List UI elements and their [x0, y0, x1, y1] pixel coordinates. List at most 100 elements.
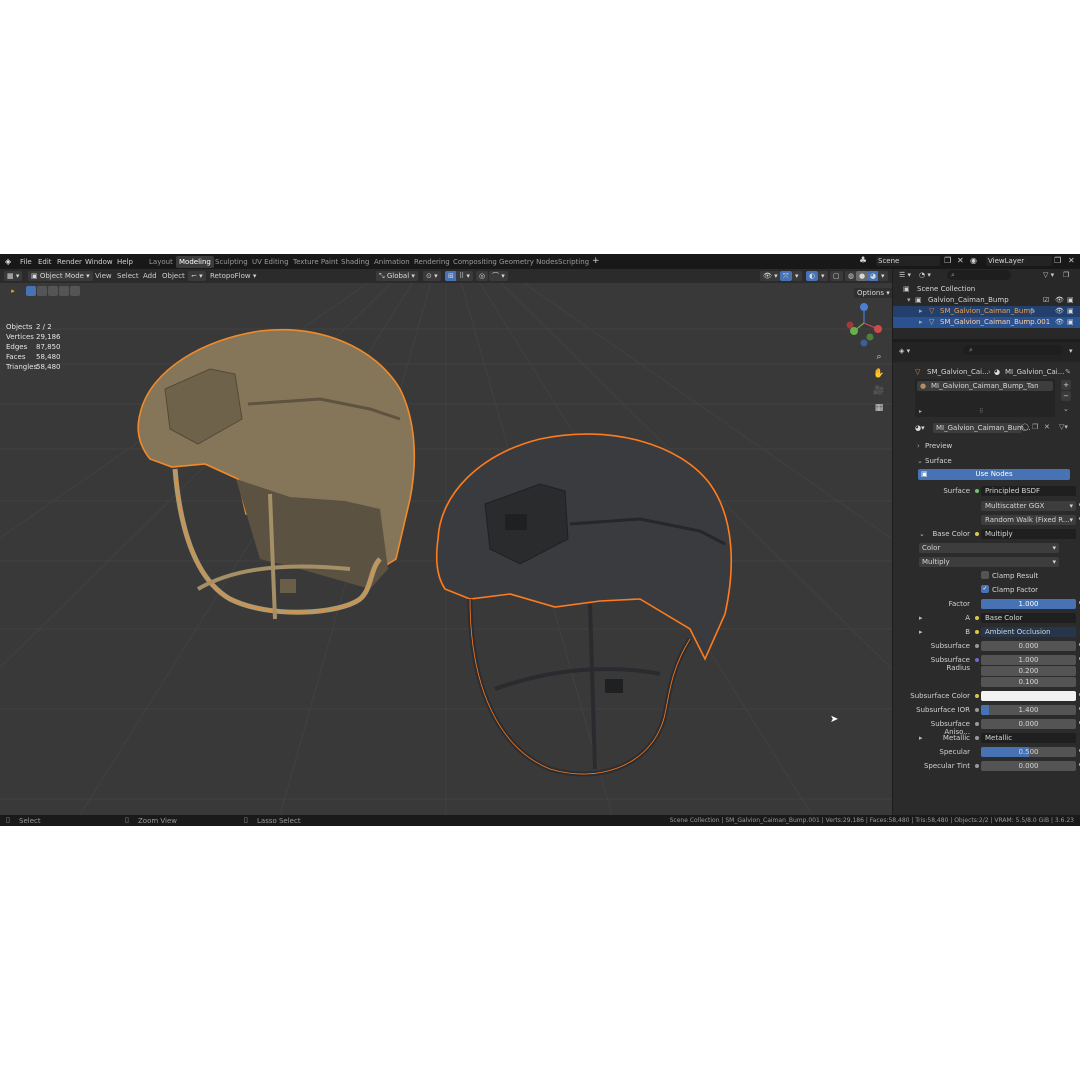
xray-icon[interactable]: ▢: [830, 271, 843, 281]
a-link-field[interactable]: Base Color: [975, 613, 1076, 623]
subsurface-radius-z[interactable]: 0.100: [981, 677, 1076, 687]
tab-compositing[interactable]: Compositing: [453, 258, 497, 266]
proportional-edit-icon[interactable]: ◎: [476, 271, 489, 281]
select-intersect-icon[interactable]: [70, 286, 80, 296]
clamp-factor-checkbox[interactable]: ✓: [981, 585, 989, 593]
view-layer-icon[interactable]: ◉: [970, 256, 977, 265]
specular-slider[interactable]: 0.500: [981, 747, 1076, 757]
material-name-field[interactable]: MI_Galvion_Caiman_Bum...: [933, 423, 1030, 433]
tree-row-object-active[interactable]: ▸ ▽ SM_Galvion_Caiman_Bump.001 👁 ▣: [893, 317, 1080, 328]
breadcrumb-object[interactable]: SM_Galvion_Cai...: [927, 368, 989, 376]
expand-chevron-icon[interactable]: ⌄: [919, 530, 925, 538]
metallic-link-field[interactable]: Metallic: [975, 733, 1076, 743]
breadcrumb-material[interactable]: MI_Galvion_Cai...: [1005, 368, 1064, 376]
remove-slot-button[interactable]: −: [1061, 391, 1071, 401]
3d-viewport[interactable]: ▦ ▾ ▣ Object Mode ▾ View Select Add Obje…: [0, 269, 892, 815]
surface-shader-field[interactable]: Principled BSDF: [975, 486, 1076, 496]
tab-uv-editing[interactable]: UV Editing: [252, 258, 289, 266]
shading-dropdown-icon[interactable]: ▾: [878, 271, 888, 281]
unlink-material-icon[interactable]: ✕: [1044, 423, 1050, 431]
select-new-icon[interactable]: [26, 286, 36, 296]
subsurface-radius-y[interactable]: 0.200: [981, 666, 1076, 676]
tab-scripting[interactable]: Scripting: [558, 258, 589, 266]
select-subtract-icon[interactable]: [48, 286, 58, 296]
material-browse-icon[interactable]: ◕▾: [915, 424, 925, 432]
render-camera-icon[interactable]: ▣: [1067, 295, 1074, 306]
options-dropdown[interactable]: Options ▾: [854, 288, 892, 298]
b-link-field[interactable]: Ambient Occlusion: [975, 627, 1076, 637]
camera-icon[interactable]: 🎥: [873, 385, 885, 397]
render-camera-icon[interactable]: ▣: [1067, 317, 1074, 328]
overlay-toggle-icon[interactable]: ◐: [806, 271, 819, 281]
menu-edit[interactable]: Edit: [38, 258, 52, 266]
falloff-icon[interactable]: ⌒ ▾: [489, 271, 508, 281]
new-scene-icon[interactable]: ❐: [944, 256, 951, 265]
menu-help[interactable]: Help: [117, 258, 133, 266]
surface-panel-header[interactable]: Surface: [925, 457, 952, 465]
blend-mode-dropdown[interactable]: Multiply ▾: [919, 557, 1059, 567]
tool-settings-icon[interactable]: ▸: [8, 286, 18, 296]
scene-icon[interactable]: ♣: [859, 256, 867, 266]
object-mode-dropdown[interactable]: ▣ Object Mode ▾: [28, 271, 93, 281]
snap-icon[interactable]: ⌐ ▾: [188, 271, 206, 281]
node-filter-icon[interactable]: ▽▾: [1059, 423, 1068, 431]
expand-chevron-icon[interactable]: ▸: [919, 628, 923, 636]
new-collection-icon[interactable]: ❐: [1063, 271, 1069, 279]
expand-chevron-icon[interactable]: ▸: [919, 614, 923, 622]
menu-object[interactable]: Object: [162, 272, 185, 280]
retopoflow-menu[interactable]: RetopoFlow ▾: [210, 272, 256, 280]
scene-selector[interactable]: Scene: [876, 256, 940, 266]
select-invert-icon[interactable]: [59, 286, 69, 296]
tree-row-scene-collection[interactable]: ▣ Scene Collection: [893, 284, 1080, 295]
menu-select[interactable]: Select: [117, 272, 139, 280]
filter-icon[interactable]: ▽ ▾: [1043, 271, 1054, 279]
menu-file[interactable]: File: [20, 258, 32, 266]
subsurface-ior-slider[interactable]: 1.400: [975, 705, 1076, 715]
outliner-editor-icon[interactable]: ☰ ▾: [899, 271, 911, 279]
pan-hand-icon[interactable]: ✋: [873, 368, 885, 380]
delete-scene-icon[interactable]: ✕: [957, 256, 964, 265]
color-type-dropdown[interactable]: Color ▾: [919, 543, 1059, 553]
expand-chevron-icon[interactable]: ▸: [919, 317, 923, 328]
view-layer-selector[interactable]: ViewLayer: [986, 256, 1052, 266]
clamp-result-checkbox[interactable]: [981, 571, 989, 579]
use-nodes-button[interactable]: ▣ Use Nodes: [918, 469, 1070, 480]
menu-window[interactable]: Window: [85, 258, 113, 266]
visibility-eye-icon[interactable]: 👁: [1055, 295, 1064, 306]
material-slot-row[interactable]: ● MI_Galvion_Caiman_Bump_Tan: [917, 381, 1053, 391]
overlay-dropdown-icon[interactable]: ▾: [818, 271, 828, 281]
properties-options-icon[interactable]: ▾: [1069, 347, 1073, 355]
list-expand-icon[interactable]: ▸: [919, 408, 922, 415]
gizmo-toggle-icon[interactable]: ⤧: [780, 271, 792, 281]
distribution-dropdown[interactable]: Multiscatter GGX ▾: [981, 501, 1076, 511]
surface-chevron-icon[interactable]: ⌄: [917, 457, 923, 465]
tab-geometry-nodes[interactable]: Geometry Nodes: [499, 258, 558, 266]
factor-slider[interactable]: 1.000: [981, 599, 1076, 609]
slot-menu-chevron-icon[interactable]: ⌄: [1063, 405, 1069, 413]
pivot-icon[interactable]: ⊙ ▾: [423, 271, 441, 281]
material-slot-list[interactable]: ● MI_Galvion_Caiman_Bump_Tan ▸ ⠿: [915, 379, 1055, 417]
add-slot-button[interactable]: +: [1061, 380, 1071, 390]
blender-logo-icon[interactable]: ◈: [5, 257, 11, 266]
visibility-icon[interactable]: 👁 ▾: [760, 271, 781, 281]
tab-texture-paint[interactable]: Texture Paint: [293, 258, 338, 266]
editor-type-icon[interactable]: ▦ ▾: [4, 271, 23, 281]
subsurface-color-swatch[interactable]: [975, 691, 1076, 701]
tab-modeling[interactable]: Modeling: [176, 256, 214, 268]
specular-tint-slider[interactable]: 0.000: [975, 761, 1076, 771]
visibility-eye-icon[interactable]: 👁: [1055, 306, 1064, 317]
properties-search-input[interactable]: [963, 345, 1063, 355]
subsurface-aniso-slider[interactable]: 0.000: [975, 719, 1076, 729]
duplicate-material-icon[interactable]: ❐: [1032, 423, 1038, 431]
subsurface-method-dropdown[interactable]: Random Walk (Fixed R... ▾: [981, 515, 1076, 525]
delete-view-layer-icon[interactable]: ✕: [1068, 256, 1075, 265]
tab-layout[interactable]: Layout: [149, 258, 173, 266]
gizmo-dropdown-icon[interactable]: ▾: [792, 271, 802, 281]
fake-user-icon[interactable]: ◯: [1021, 423, 1029, 431]
tab-sculpting[interactable]: Sculpting: [215, 258, 248, 266]
tree-row-collection[interactable]: ▾ ▣ Galvion_Caiman_Bump ☑ 👁 ▣: [893, 295, 1080, 306]
dark-helmet[interactable]: [0, 269, 892, 815]
tab-rendering[interactable]: Rendering: [414, 258, 450, 266]
zoom-icon[interactable]: ⌕: [873, 351, 885, 363]
select-extend-icon[interactable]: [37, 286, 47, 296]
